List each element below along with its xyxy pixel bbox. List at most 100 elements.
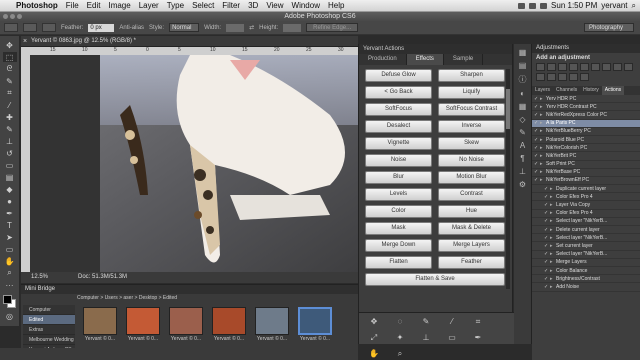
document-size[interactable]: Doc: 51.3M/51.3M bbox=[78, 272, 127, 283]
move-tool-icon[interactable]: ✥ bbox=[3, 40, 17, 50]
hue-saturation-icon[interactable] bbox=[591, 63, 600, 71]
styles-icon[interactable]: ◇ bbox=[519, 115, 525, 124]
action-row[interactable]: ✓ ▸ NikYerBase PC bbox=[532, 169, 640, 177]
adjustments-header[interactable]: Adjustments bbox=[532, 44, 640, 53]
thumbnail[interactable]: Yervant © 0... bbox=[124, 307, 162, 345]
menu-select[interactable]: Select bbox=[188, 1, 218, 10]
actions-scrollbar[interactable] bbox=[506, 69, 510, 289]
minimize-window-button[interactable] bbox=[10, 14, 15, 19]
zoom-window-button[interactable] bbox=[17, 14, 22, 19]
menu-filter[interactable]: Filter bbox=[218, 1, 244, 10]
vignette-button[interactable]: Vignette bbox=[365, 137, 432, 150]
quick-select-tool-icon[interactable]: ✎ bbox=[3, 76, 17, 86]
close-window-button[interactable] bbox=[3, 14, 8, 19]
foreground-color[interactable] bbox=[2, 295, 12, 304]
sidebar-item-computer[interactable]: Computer bbox=[23, 305, 75, 315]
action-row[interactable]: ✓ ▸ Yerv HDR Contrast PC bbox=[532, 103, 640, 112]
path-select-tool-icon[interactable]: ➤ bbox=[3, 232, 17, 242]
battery-icon[interactable] bbox=[540, 2, 548, 9]
sidebar-item-melbourne-wedding[interactable]: Melbourne Wedding bbox=[23, 335, 75, 345]
style-select[interactable]: Normal bbox=[169, 23, 200, 32]
breadcrumb[interactable]: Computer > Users > aser > Desktop > Edit… bbox=[77, 295, 177, 301]
color-balance-icon[interactable] bbox=[602, 63, 611, 71]
pen-icon[interactable]: ✒ bbox=[473, 333, 483, 343]
posterize-icon[interactable] bbox=[558, 73, 567, 81]
lasso-tool-icon[interactable]: ᘓ bbox=[3, 64, 17, 74]
curves-icon[interactable] bbox=[558, 63, 567, 71]
history-brush-tool-icon[interactable]: ↺ bbox=[3, 148, 17, 158]
flatten-button[interactable]: Flatten bbox=[365, 256, 432, 269]
menu-window[interactable]: Window bbox=[288, 1, 324, 10]
zoom-level[interactable]: 12.5% bbox=[31, 272, 48, 283]
history-icon[interactable]: ▦ bbox=[519, 48, 527, 57]
softfocus-button[interactable]: SoftFocus bbox=[365, 103, 432, 116]
close-document-icon[interactable]: × bbox=[23, 36, 27, 47]
noise-button[interactable]: Noise bbox=[365, 154, 432, 167]
mask-delete-button[interactable]: Mask & Delete bbox=[438, 222, 505, 235]
tab-actions[interactable]: Actions bbox=[601, 86, 625, 95]
tab-sample[interactable]: Sample bbox=[444, 54, 484, 65]
merge-layers-button[interactable]: Merge Layers bbox=[438, 239, 505, 252]
marquee-tool-preset-icon[interactable] bbox=[4, 23, 18, 32]
pen-tool-icon[interactable]: ✒ bbox=[3, 208, 17, 218]
photo-filter-icon[interactable] bbox=[624, 63, 633, 71]
action-row[interactable]: ✓ ▸ A la Paris PC bbox=[532, 119, 640, 128]
sharpen-button[interactable]: Sharpen bbox=[438, 69, 505, 82]
dropbox-icon[interactable] bbox=[518, 2, 526, 9]
action-row[interactable]: ✓ ▸ Select layer "NikYerB... bbox=[532, 251, 640, 259]
merge-down-button[interactable]: Merge Down bbox=[365, 239, 432, 252]
more-tools-icon[interactable]: ··· bbox=[3, 280, 17, 290]
skew-button[interactable]: Skew bbox=[438, 137, 505, 150]
user-name[interactable]: yervant bbox=[601, 1, 627, 10]
new-selection-icon[interactable] bbox=[23, 23, 37, 32]
hue-button[interactable]: Hue bbox=[438, 205, 505, 218]
menu-help[interactable]: Help bbox=[324, 1, 348, 10]
action-row[interactable]: ✓ ▸ NikYerBrit PC bbox=[532, 152, 640, 161]
action-row[interactable]: ✓ ▸ Merge Layers bbox=[532, 259, 640, 267]
action-row[interactable]: ✓ ▸ Delete current layer bbox=[532, 226, 640, 235]
tab-layers[interactable]: Layers bbox=[532, 86, 553, 95]
thumbnail[interactable]: Yervant © 0... bbox=[253, 307, 291, 345]
action-row[interactable]: ✓ ▸ Layer Via Copy bbox=[532, 201, 640, 210]
action-row[interactable]: ✓ ▸ Yerv HDR PC bbox=[532, 95, 640, 104]
contrast-button[interactable]: Contrast bbox=[438, 188, 505, 201]
type-tool-icon[interactable]: T bbox=[3, 220, 17, 230]
clone-source-icon[interactable]: ⊥ bbox=[519, 167, 526, 176]
eraser-tool-icon[interactable]: ▭ bbox=[3, 160, 17, 170]
menu-edit[interactable]: Edit bbox=[83, 1, 105, 10]
action-row[interactable]: ✓ ▸ Color Balance bbox=[532, 267, 640, 276]
hand-icon[interactable]: ✋ bbox=[369, 349, 379, 359]
levels-icon[interactable] bbox=[547, 63, 556, 71]
workspace-select[interactable]: Photography bbox=[584, 23, 634, 32]
channel-mixer-icon[interactable] bbox=[536, 73, 545, 81]
levels-button[interactable]: Levels bbox=[365, 188, 432, 201]
thumbnail[interactable]: Yervant © 0... bbox=[210, 307, 248, 345]
action-row[interactable]: ✓ ▸ Soft Print PC bbox=[532, 161, 640, 169]
menu-app[interactable]: Photoshop bbox=[12, 1, 62, 10]
paragraph-icon[interactable]: ¶ bbox=[520, 154, 524, 163]
vibrance-icon[interactable] bbox=[580, 63, 589, 71]
go-back-button[interactable]: < Go Back bbox=[365, 86, 432, 99]
scroll-thumb[interactable] bbox=[506, 89, 510, 129]
zoom-icon[interactable]: ⌕ bbox=[395, 349, 405, 359]
add-selection-icon[interactable] bbox=[42, 23, 56, 32]
actions-panel-title[interactable]: Yervant Actions bbox=[359, 44, 512, 54]
black-white-icon[interactable] bbox=[613, 63, 622, 71]
refine-edge-button[interactable]: Refine Edge... bbox=[306, 23, 359, 32]
tab-history[interactable]: History bbox=[580, 86, 602, 95]
foreground-background-swatch[interactable] bbox=[2, 295, 17, 309]
brightness-icon[interactable] bbox=[536, 63, 545, 71]
menu-image[interactable]: Image bbox=[104, 1, 134, 10]
horizontal-ruler[interactable]: 15 10 5 0 5 10 15 20 25 30 bbox=[30, 47, 358, 55]
mask-button[interactable]: Mask bbox=[365, 222, 432, 235]
action-row[interactable]: ✓ ▸ Color Efex Pro 4 bbox=[532, 210, 640, 218]
mini-bridge-header[interactable]: Mini Bridge bbox=[21, 285, 358, 294]
wand-icon[interactable]: ✦ bbox=[395, 333, 405, 343]
dodge-tool-icon[interactable]: ● bbox=[3, 196, 17, 206]
threshold-icon[interactable] bbox=[569, 73, 578, 81]
brush-presets-icon[interactable]: ✎ bbox=[519, 128, 526, 137]
invert-icon[interactable] bbox=[547, 73, 556, 81]
eraser-icon[interactable]: ▭ bbox=[447, 333, 457, 343]
menu-view[interactable]: View bbox=[262, 1, 287, 10]
swap-icon[interactable]: ⇄ bbox=[249, 24, 254, 31]
